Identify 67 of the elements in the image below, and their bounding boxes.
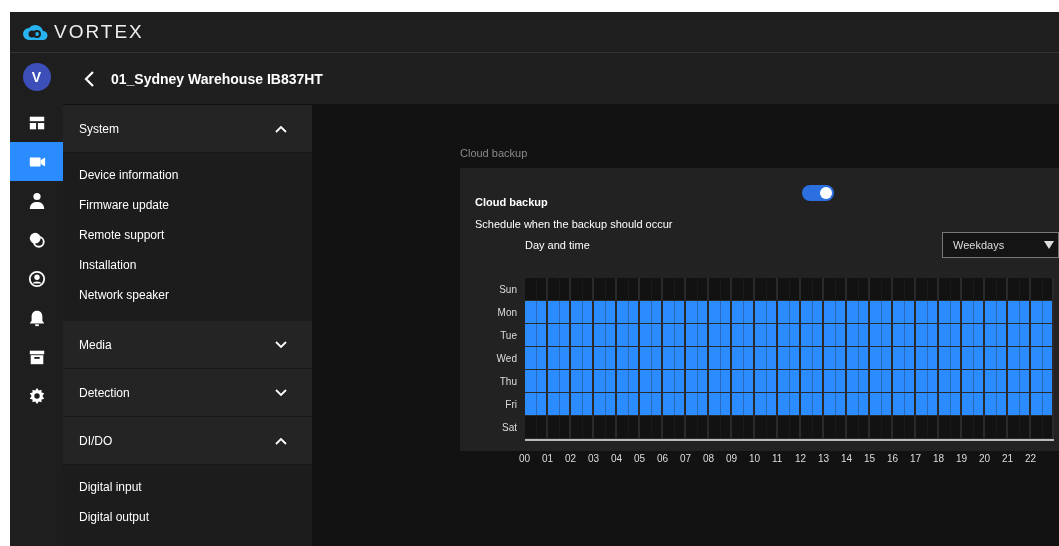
caret-icon (1044, 241, 1054, 249)
cloud-logo-icon (22, 22, 48, 42)
back-icon[interactable] (83, 69, 97, 88)
hour-label: 22 (1025, 453, 1037, 464)
schedule-row[interactable] (525, 301, 1054, 324)
schedule-row[interactable] (525, 347, 1054, 370)
nav-item[interactable]: Digital output (63, 505, 312, 535)
day-label: Sat (501, 422, 518, 433)
hour-label: 17 (910, 453, 922, 464)
hour-label: 12 (795, 453, 807, 464)
nav-item[interactable]: Device information (63, 163, 312, 193)
section-label: Detection (79, 385, 130, 400)
section-header[interactable]: DI/DO (63, 417, 312, 465)
nav-item[interactable]: Installation (63, 253, 312, 283)
section-caption: Cloud backup (460, 147, 528, 159)
brand-name: VORTEX (54, 21, 144, 43)
day-label: Wed (495, 353, 518, 364)
hour-label: 18 (933, 453, 945, 464)
section-label: Media (79, 337, 112, 352)
user-circle-icon (27, 269, 46, 288)
day-label: Mon (496, 307, 518, 318)
hour-label: 11 (772, 453, 783, 464)
nav-item[interactable]: Firmware update (63, 193, 312, 223)
hour-label: 03 (588, 453, 600, 464)
nav-item[interactable]: Digital input (63, 475, 312, 505)
schedule-row[interactable] (525, 370, 1054, 393)
section-label: System (79, 121, 119, 136)
section-header[interactable]: Media (63, 321, 312, 369)
field-label: Day and time (525, 239, 590, 251)
card-title: Cloud backup (475, 196, 548, 208)
hour-label: 14 (841, 453, 853, 464)
hour-label: 20 (979, 453, 991, 464)
description-text: Schedule when the backup should occur (475, 218, 673, 230)
hour-label: 02 (565, 453, 577, 464)
bell-icon (27, 308, 46, 327)
schedule-row[interactable] (525, 324, 1054, 347)
hour-label: 04 (611, 453, 623, 464)
hour-label: 19 (956, 453, 968, 464)
circles-icon (27, 230, 46, 249)
day-label: Fri (504, 399, 518, 410)
schedule-dropdown[interactable]: Weekdays (942, 232, 1059, 258)
nav-item[interactable]: Remote support (63, 223, 312, 253)
hour-label: 15 (864, 453, 876, 464)
nav-item[interactable]: Network speaker (63, 283, 312, 313)
hour-label: 07 (680, 453, 692, 464)
hour-label: 06 (657, 453, 669, 464)
section-header[interactable]: System (63, 105, 312, 153)
section-label: DI/DO (79, 433, 113, 448)
hour-label: 16 (887, 453, 899, 464)
hour-label: 09 (726, 453, 738, 464)
hour-label: 13 (818, 453, 830, 464)
section-header[interactable]: Detection (63, 369, 312, 417)
hour-label: 08 (703, 453, 715, 464)
schedule-row[interactable] (525, 393, 1054, 416)
user-avatar[interactable]: V (22, 63, 51, 91)
hour-label: 01 (542, 453, 554, 464)
hour-label: 21 (1002, 453, 1014, 464)
day-label: Tue (499, 330, 518, 341)
day-label: Sun (498, 284, 518, 295)
gear-icon (27, 386, 46, 405)
toggle-switch[interactable] (802, 185, 834, 201)
hour-label: 10 (749, 453, 761, 464)
device-title: 01_Sydney Warehouse IB837HT (111, 70, 323, 87)
hour-label: 05 (634, 453, 646, 464)
person-icon (27, 191, 46, 210)
day-label: Thu (498, 376, 518, 387)
hour-label: 00 (519, 453, 531, 464)
